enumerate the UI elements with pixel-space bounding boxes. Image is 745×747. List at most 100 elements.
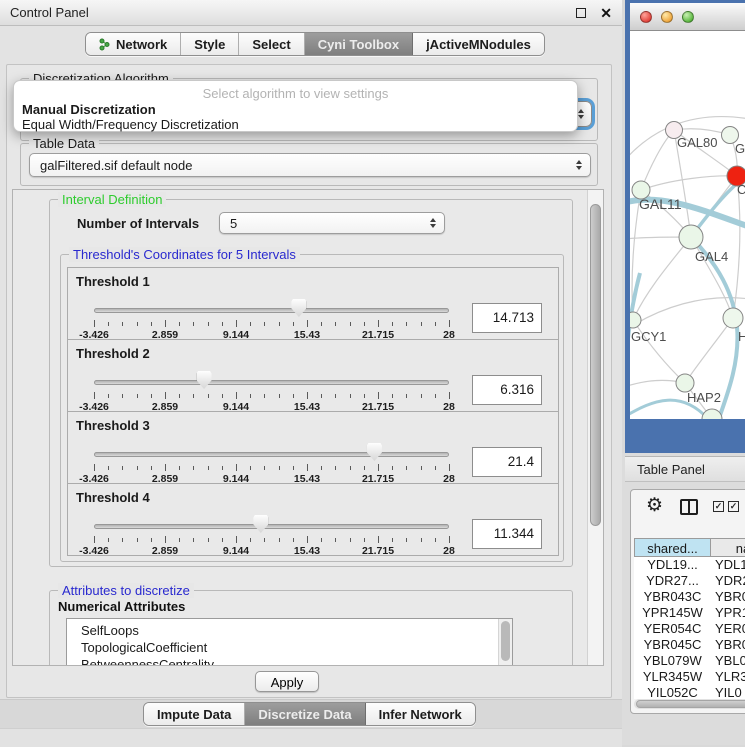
table-data-selected-value: galFiltered.sif default node	[40, 158, 192, 173]
checkbox-icon[interactable]: ✓	[713, 501, 724, 512]
number-of-intervals-combobox[interactable]: 5	[219, 212, 445, 234]
network-node-gcy1[interactable]	[630, 312, 641, 328]
table-row[interactable]: YBR045CYBR0	[634, 637, 745, 653]
network-edge[interactable]	[718, 327, 737, 419]
column-header-shared-name[interactable]: shared...	[634, 538, 711, 557]
slider-track[interactable]	[94, 524, 449, 529]
tab-cyni-toolbox[interactable]: Cyni Toolbox	[305, 33, 413, 55]
mode-tab-bar: Impute Data Discretize Data Infer Networ…	[143, 702, 476, 726]
network-edge[interactable]	[733, 176, 740, 318]
table-row[interactable]: YDL19...YDL1	[634, 557, 745, 573]
zoom-traffic-light-icon[interactable]	[682, 11, 694, 23]
network-canvas[interactable]: GAL80GCGAL11GAL4GCY1HHAP2	[630, 31, 745, 419]
table-cell-name: YIL0	[711, 685, 742, 699]
slider-thumb-icon[interactable]	[253, 515, 268, 533]
minimize-traffic-light-icon[interactable]	[661, 11, 673, 23]
tab-discretize-data[interactable]: Discretize Data	[245, 703, 365, 725]
vertical-scrollbar-thumb[interactable]	[590, 204, 601, 526]
table-row[interactable]: YER054CYER0	[634, 621, 745, 637]
tab-jactivemnodules[interactable]: jActiveMNodules	[413, 33, 544, 55]
threshold-slider[interactable]: -3.4262.8599.14415.4321.71528	[94, 299, 449, 341]
table-cell-shared-name: YDL19...	[634, 557, 711, 573]
network-node-gal4[interactable]	[679, 225, 703, 249]
table-row[interactable]: YIL052CYIL0	[634, 685, 745, 699]
list-item[interactable]: SelfLoops	[67, 622, 512, 639]
close-traffic-light-icon[interactable]	[640, 11, 652, 23]
interval-definition-group-label: Interval Definition	[58, 192, 166, 207]
gear-icon[interactable]: ⚙	[646, 494, 663, 517]
horizontal-scrollbar-thumb[interactable]	[636, 700, 745, 708]
threshold-value-field[interactable]: 14.713	[472, 303, 542, 333]
option-manual-discretization[interactable]: Manual Discretization	[22, 102, 156, 117]
tab-style[interactable]: Style	[181, 33, 239, 55]
table-row[interactable]: YDR27...YDR2	[634, 573, 745, 589]
table-cell-name: YBR0	[711, 589, 745, 605]
slider-ruler	[94, 392, 449, 400]
slider-thumb-icon[interactable]	[367, 443, 382, 461]
tab-infer-network-label: Infer Network	[379, 707, 462, 722]
tab-network[interactable]: Network	[86, 33, 181, 55]
threshold-value-field[interactable]: 6.316	[472, 375, 542, 405]
tick-label: 9.144	[223, 545, 249, 557]
threshold-panel: Threshold 2 -3.4262.8599.14415.4321.7152…	[67, 339, 559, 412]
tab-infer-network[interactable]: Infer Network	[366, 703, 475, 725]
list-item[interactable]: TopologicalCoefficient	[67, 639, 512, 656]
checkbox-icon[interactable]: ✓	[728, 501, 739, 512]
vertical-scrollbar[interactable]	[587, 190, 603, 665]
network-edge[interactable]	[633, 237, 691, 320]
slider-ruler	[94, 536, 449, 544]
control-panel-titlebar: Control Panel ✕	[0, 0, 622, 26]
tab-impute-data-label: Impute Data	[157, 707, 231, 722]
network-edge[interactable]	[685, 318, 733, 383]
close-icon[interactable]: ✕	[600, 8, 612, 18]
network-window-titlebar	[630, 3, 745, 31]
horizontal-scrollbar[interactable]	[634, 699, 745, 709]
table-row[interactable]: YBR043CYBR0	[634, 589, 745, 605]
slider-track[interactable]	[94, 380, 449, 385]
table-cell-shared-name: YBL079W	[634, 653, 711, 669]
split-columns-icon[interactable]	[680, 499, 698, 515]
threshold-slider[interactable]: -3.4262.8599.14415.4321.71528	[94, 371, 449, 413]
settings-scroll-panel: Interval Definition Number of Intervals …	[12, 189, 604, 666]
threshold-panel: Threshold 3 -3.4262.8599.14415.4321.7152…	[67, 411, 559, 484]
table-data-combobox[interactable]: galFiltered.sif default node	[29, 153, 591, 177]
slider-thumb-icon[interactable]	[197, 371, 212, 389]
network-edge[interactable]	[641, 130, 674, 190]
network-node-h[interactable]	[723, 308, 743, 328]
table-cell-shared-name: YPR145W	[634, 605, 711, 621]
node-label: HAP2	[687, 390, 721, 405]
control-panel-window: Control Panel ✕ Network Style Select Cyn…	[0, 0, 622, 745]
table-cell-shared-name: YER054C	[634, 621, 711, 637]
network-edge[interactable]	[641, 176, 737, 190]
table-rows: YDL19...YDL1 YDR27...YDR2 YBR043CYBR0 YP…	[634, 557, 745, 699]
slider-track[interactable]	[94, 452, 449, 457]
tab-impute-data[interactable]: Impute Data	[144, 703, 245, 725]
threshold-coordinates-group-label: Threshold's Coordinates for 5 Intervals	[69, 247, 300, 262]
tick-label: -3.426	[79, 545, 109, 557]
table-row[interactable]: YLR345WYLR3	[634, 669, 745, 685]
threshold-coordinates-group: Threshold's Coordinates for 5 Intervals …	[60, 254, 564, 562]
threshold-value-field[interactable]: 21.4	[472, 447, 542, 477]
slider-track[interactable]	[94, 308, 449, 313]
column-header-name[interactable]: na	[710, 538, 745, 557]
option-equal-width-frequency[interactable]: Equal Width/Frequency Discretization	[22, 117, 239, 132]
numerical-attributes-list[interactable]: SelfLoops TopologicalCoefficient Between…	[66, 618, 513, 666]
table-cell-shared-name: YDR27...	[634, 573, 711, 589]
list-scrollbar-thumb[interactable]	[501, 621, 510, 661]
slider-ruler	[94, 320, 449, 328]
threshold-slider[interactable]: -3.4262.8599.14415.4321.71528	[94, 515, 449, 557]
slider-thumb-icon[interactable]	[291, 299, 306, 317]
tab-select[interactable]: Select	[239, 33, 304, 55]
table-row[interactable]: YBL079WYBL0	[634, 653, 745, 669]
table-data-group-label: Table Data	[29, 136, 99, 151]
threshold-slider[interactable]: -3.4262.8599.14415.4321.71528	[94, 443, 449, 485]
apply-button[interactable]: Apply	[255, 671, 319, 692]
table-row[interactable]: YPR145WYPR1	[634, 605, 745, 621]
list-item[interactable]: BetweennessCentrality	[67, 656, 512, 666]
threshold-label: Threshold 3	[76, 418, 150, 433]
threshold-value-field[interactable]: 11.344	[472, 519, 542, 549]
list-scrollbar[interactable]	[498, 619, 512, 666]
float-window-icon[interactable]	[576, 8, 586, 18]
table-data-group: Table Data galFiltered.sif default node	[20, 143, 598, 186]
threshold-panel: Threshold 4 -3.4262.8599.14415.4321.7152…	[67, 483, 559, 556]
